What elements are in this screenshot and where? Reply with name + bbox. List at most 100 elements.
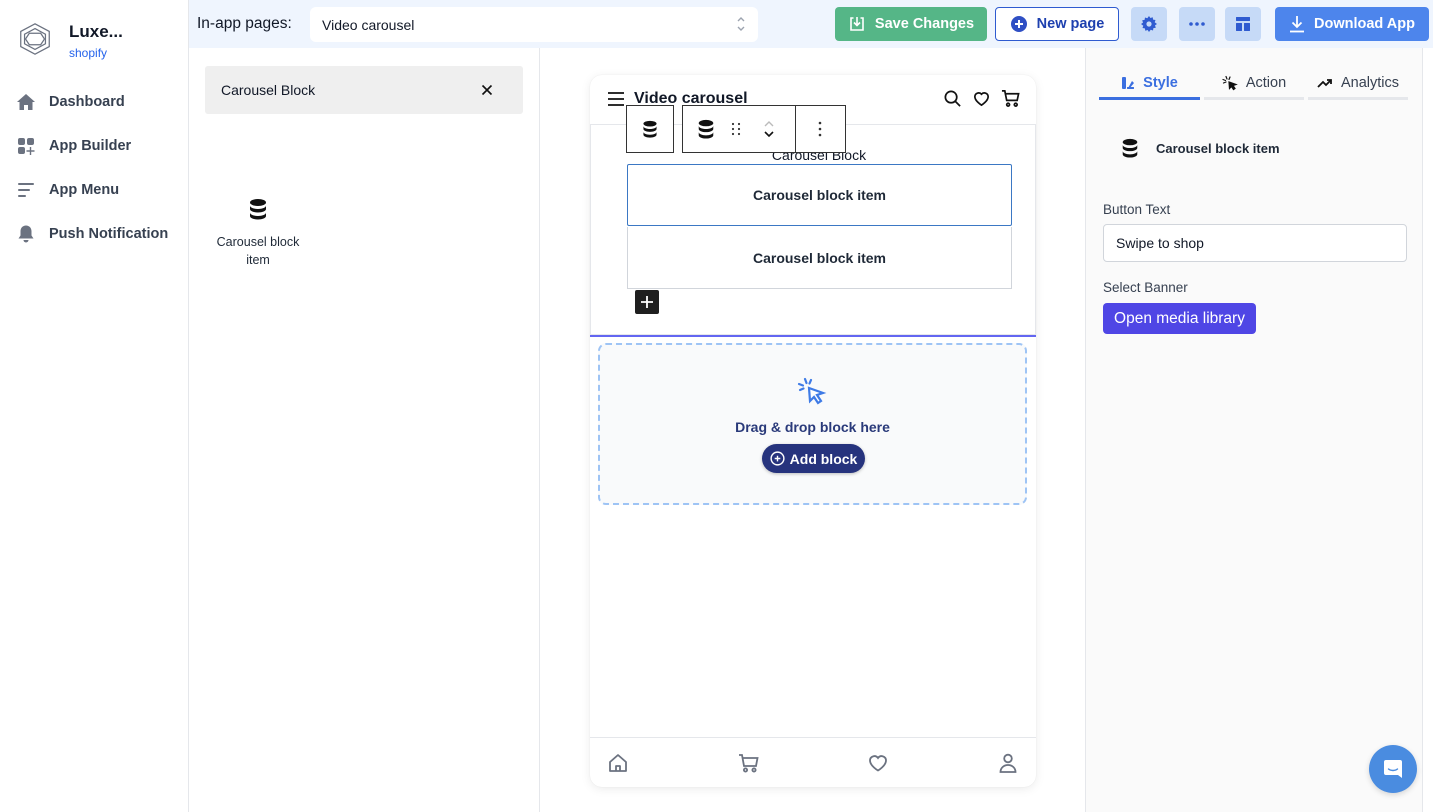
drag-handle[interactable] [729,106,743,152]
in-app-page-select[interactable]: Video carousel [310,7,758,42]
in-app-pages-label: In-app pages: [197,15,292,32]
layout-icon [1236,17,1250,31]
select-chevron-icon [737,17,745,31]
blocks-panel-header: Carousel Block [205,66,523,114]
home-icon[interactable] [607,752,629,774]
block-tile-label: Carousel block item [216,235,300,267]
sidebar-item-push-notification[interactable]: Push Notification [0,212,188,256]
cart-icon[interactable] [1001,89,1020,108]
block-toolbar [682,105,846,153]
brand-logo-icon [20,23,50,55]
carousel-item[interactable]: Carousel block item [627,227,1012,289]
carousel-item-selected[interactable]: Carousel block item [627,164,1012,226]
tab-label: Analytics [1340,74,1400,91]
sidebar-item-label: Dashboard [49,94,125,110]
plus-circle-icon [770,451,785,466]
app-sidebar: Luxe... shopify Dashboard App Builder Ap… [0,0,189,812]
database-stack-icon [1122,138,1138,158]
chat-launcher-button[interactable] [1369,745,1417,793]
save-download-icon [850,17,864,31]
move-down-icon[interactable] [763,129,775,139]
top-bar: In-app pages: Video carousel Save Change… [189,0,1433,48]
new-page-label: New page [1036,16,1105,32]
phone-preview: Video carousel Carousel Block Carousel b… [590,75,1036,787]
profile-icon[interactable] [997,752,1019,774]
tab-label: Action [1245,74,1287,91]
heart-icon[interactable] [867,752,889,774]
selected-block-name: Carousel block item [1156,140,1280,156]
sidebar-item-app-menu[interactable]: App Menu [0,168,188,212]
blocks-panel: Carousel Block Carousel block item [189,48,540,812]
builder-canvas: Video carousel Carousel Block Carousel b… [540,48,1085,812]
block-type-button[interactable] [683,106,729,152]
selected-page: Video carousel [322,16,415,33]
properties-tabs: Style Action Analytics [1099,68,1412,100]
plus-icon [641,296,653,308]
trending-up-icon [1317,78,1332,88]
store-platform: shopify [69,46,108,60]
search-icon[interactable] [943,89,962,108]
cursor-click-icon [797,377,827,405]
save-changes-label: Save Changes [874,16,975,32]
drop-zone-text: Drag & drop block here [735,419,890,435]
download-icon [1290,16,1305,33]
heart-icon[interactable] [972,89,991,108]
cart-icon[interactable] [737,752,759,774]
add-block-button[interactable]: Add block [762,444,865,473]
add-carousel-item-button[interactable] [635,290,659,314]
menu-lines-icon [18,183,34,197]
more-horizontal-icon [1189,22,1205,26]
more-vertical-icon [818,121,822,137]
tab-style[interactable]: Style [1099,68,1200,100]
blocks-panel-title: Carousel Block [221,82,316,98]
tab-label: Style [1143,74,1178,91]
button-text-label: Button Text [1103,202,1171,217]
database-stack-icon [250,199,266,220]
bell-icon [18,225,34,243]
tab-action[interactable]: Action [1204,68,1304,100]
cursor-click-icon [1222,75,1238,90]
move-up-down-buttons [743,106,795,152]
button-text-input[interactable] [1103,224,1407,262]
drop-zone[interactable]: Drag & drop block here Add block [598,343,1027,505]
tab-analytics[interactable]: Analytics [1308,68,1408,100]
sidebar-nav: Dashboard App Builder App Menu Push Noti… [0,80,188,256]
brand: Luxe... shopify [16,20,123,60]
more-options-button[interactable] [1179,7,1215,41]
download-app-label: Download App [1314,16,1415,32]
sidebar-item-dashboard[interactable]: Dashboard [0,80,188,124]
home-icon [17,94,35,110]
select-parent-block-button[interactable] [626,105,674,153]
select-banner-label: Select Banner [1103,280,1188,295]
plus-circle-icon [1010,16,1027,32]
phone-bottom-nav [590,737,1036,787]
layout-button[interactable] [1225,7,1261,41]
properties-panel: Style Action Analytics Carousel block it… [1085,48,1423,812]
new-page-button[interactable]: New page [995,7,1119,41]
block-tile-carousel-item[interactable]: Carousel block item [207,198,309,269]
selected-block-info: Carousel block item [1120,138,1280,158]
move-up-icon[interactable] [763,119,775,129]
sidebar-item-label: App Builder [49,138,132,154]
hamburger-menu-icon[interactable] [607,91,625,107]
settings-button[interactable] [1131,7,1167,41]
drop-indicator-line [590,335,1036,337]
save-changes-button[interactable]: Save Changes [835,7,987,41]
database-stack-icon [698,119,714,139]
block-options-button[interactable] [796,106,844,152]
store-name: Luxe... [69,22,123,41]
database-stack-icon [643,120,657,138]
carousel-block[interactable]: Carousel Block Carousel block item Carou… [590,125,1036,335]
style-brush-icon [1122,76,1135,89]
app-builder-icon [18,138,35,155]
add-block-label: Add block [789,450,858,467]
sidebar-item-label: Push Notification [49,226,169,242]
gear-icon [1141,16,1157,32]
drag-handle-icon [731,122,741,136]
open-media-library-button[interactable]: Open media library [1103,303,1256,334]
download-app-button[interactable]: Download App [1275,7,1429,41]
chat-bubble-icon [1384,760,1402,778]
close-icon[interactable] [479,82,495,98]
sidebar-item-app-builder[interactable]: App Builder [0,124,188,168]
sidebar-item-label: App Menu [49,182,120,198]
